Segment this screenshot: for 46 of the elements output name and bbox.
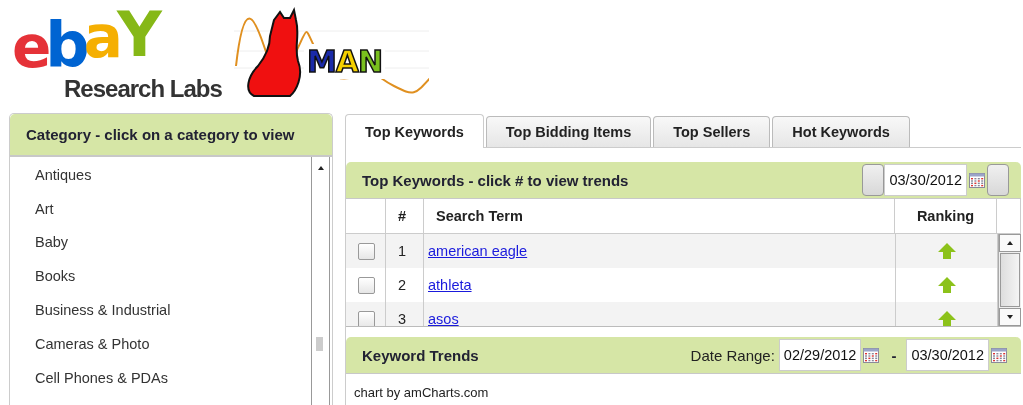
category-item[interactable]: Antiques bbox=[10, 158, 311, 192]
logo-text: MAN bbox=[304, 44, 386, 79]
panel-title: Keyword Trends bbox=[362, 346, 479, 364]
calendar-icon bbox=[969, 172, 985, 188]
checkbox[interactable] bbox=[358, 276, 375, 294]
tab[interactable]: Top Bidding Items bbox=[485, 116, 652, 147]
category-item[interactable]: Books bbox=[10, 259, 311, 294]
panel-title: Top Keywords - click # to view trends bbox=[362, 171, 629, 189]
previous-button[interactable] bbox=[862, 164, 885, 196]
field-label: Date Range: bbox=[690, 346, 775, 364]
logo-subtitle: Research Labs bbox=[64, 76, 222, 102]
table-cell: 3 bbox=[386, 302, 424, 326]
panel-header: Category - click on a category to view bbox=[10, 114, 332, 157]
up-arrow-icon bbox=[936, 310, 957, 326]
table-cell: 1 bbox=[386, 234, 424, 268]
checkbox[interactable] bbox=[358, 242, 375, 260]
scrollbar[interactable] bbox=[998, 234, 1021, 326]
category-item[interactable]: Baby bbox=[10, 225, 311, 260]
category-item[interactable]: Art bbox=[10, 191, 311, 226]
category-item[interactable]: Cell Phones & PDAs bbox=[10, 360, 311, 395]
checkbox[interactable] bbox=[358, 310, 375, 326]
category-item[interactable]: Business & Industrial bbox=[10, 293, 311, 327]
scrollbar[interactable] bbox=[311, 157, 330, 405]
date-field[interactable]: 02/29/2012 bbox=[778, 339, 862, 371]
scroll-thumb[interactable] bbox=[1000, 253, 1020, 307]
category-item[interactable]: Cameras & Photo bbox=[10, 327, 311, 361]
chart-credit: chart by amCharts.com bbox=[353, 384, 490, 400]
date-field[interactable]: 03/30/2012 bbox=[884, 164, 967, 196]
tab[interactable]: Hot Keywords bbox=[772, 116, 910, 147]
tab[interactable]: Top Keywords bbox=[345, 114, 484, 148]
column-header: Ranking bbox=[895, 199, 997, 233]
tab[interactable]: Top Sellers bbox=[653, 116, 771, 147]
calendar-icon bbox=[991, 347, 1007, 363]
up-arrow-icon bbox=[936, 242, 957, 260]
scroll-thumb[interactable] bbox=[316, 337, 323, 351]
keyword-link[interactable]: asos bbox=[428, 311, 459, 326]
calendar-icon bbox=[863, 347, 880, 363]
date-field[interactable]: 03/30/2012 bbox=[906, 339, 989, 371]
ebay-logo: ebaY bbox=[12, 6, 163, 76]
next-button[interactable] bbox=[987, 164, 1009, 196]
separator: - bbox=[891, 346, 897, 364]
column-header: Search Term bbox=[424, 199, 895, 233]
keyword-link[interactable]: american eagle bbox=[428, 243, 528, 259]
up-arrow-icon bbox=[936, 276, 957, 294]
keyword-link[interactable]: athleta bbox=[428, 277, 472, 293]
column-header: # bbox=[386, 199, 424, 233]
